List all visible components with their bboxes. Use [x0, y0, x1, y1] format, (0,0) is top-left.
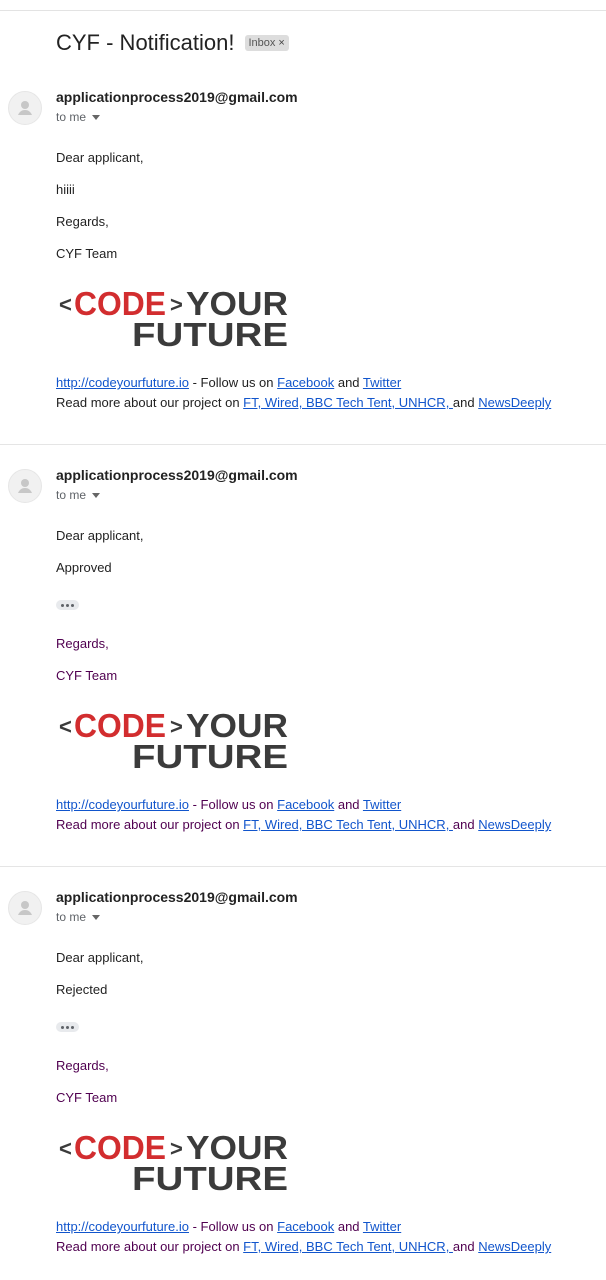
- press-links[interactable]: FT, Wired, BBC Tech Tent, UNHCR,: [243, 817, 453, 832]
- press-links[interactable]: FT, Wired, BBC Tech Tent, UNHCR,: [243, 395, 453, 410]
- team-signature: CYF Team: [56, 1090, 118, 1105]
- inbox-label-text: Inbox: [248, 37, 276, 49]
- sender-avatar-icon[interactable]: [8, 469, 42, 503]
- subject-row: CYF - Notification! Inbox ×: [56, 30, 289, 56]
- svg-text:<: <: [59, 714, 72, 739]
- website-link[interactable]: http://codeyourfuture.io: [56, 1219, 189, 1234]
- inbox-label-chip[interactable]: Inbox ×: [244, 35, 289, 51]
- email-subject: CYF - Notification!: [56, 30, 235, 55]
- chevron-down-icon: [92, 115, 101, 120]
- sender-email[interactable]: applicationprocess2019@gmail.com: [56, 89, 298, 105]
- recipients-text: to me: [56, 910, 87, 924]
- footer-line-2: Read more about our project on FT, Wired…: [56, 817, 552, 832]
- recipients-text: to me: [56, 488, 87, 502]
- sender-avatar-icon[interactable]: [8, 891, 42, 925]
- top-divider: [0, 10, 606, 11]
- show-trimmed-content-button[interactable]: [56, 1022, 79, 1032]
- recipients-text: to me: [56, 110, 87, 124]
- sender-avatar-icon[interactable]: [8, 91, 42, 125]
- svg-text:<: <: [59, 292, 72, 317]
- facebook-link[interactable]: Facebook: [277, 1219, 334, 1234]
- footer-line-1: http://codeyourfuture.io - Follow us on …: [56, 1219, 402, 1234]
- svg-text:<: <: [59, 1136, 72, 1161]
- twitter-link[interactable]: Twitter: [363, 797, 401, 812]
- chevron-down-icon: [92, 493, 101, 498]
- svg-text:>: >: [170, 1136, 183, 1161]
- sender-email[interactable]: applicationprocess2019@gmail.com: [56, 889, 298, 905]
- message-body: Approved: [56, 560, 112, 575]
- recipients-toggle[interactable]: to me: [56, 910, 101, 924]
- remove-label-icon[interactable]: ×: [278, 37, 284, 49]
- svg-text:FUTURE: FUTURE: [132, 1160, 288, 1196]
- team-signature: CYF Team: [56, 668, 118, 683]
- message-body: Rejected: [56, 982, 108, 997]
- codeyourfuture-logo: < CODE > YOUR FUTURE: [59, 707, 288, 774]
- message-body: hiiii: [56, 182, 75, 197]
- codeyourfuture-logo: < CODE > YOUR FUTURE: [59, 285, 288, 352]
- facebook-link[interactable]: Facebook: [277, 375, 334, 390]
- footer-line-1: http://codeyourfuture.io - Follow us on …: [56, 375, 402, 390]
- facebook-link[interactable]: Facebook: [277, 797, 334, 812]
- greeting: Dear applicant,: [56, 950, 144, 965]
- chevron-down-icon: [92, 915, 101, 920]
- regards: Regards,: [56, 214, 109, 229]
- recipients-toggle[interactable]: to me: [56, 488, 101, 502]
- greeting: Dear applicant,: [56, 528, 144, 543]
- twitter-link[interactable]: Twitter: [363, 1219, 401, 1234]
- footer-line-2: Read more about our project on FT, Wired…: [56, 395, 552, 410]
- message-divider: [0, 866, 606, 867]
- svg-text:>: >: [170, 714, 183, 739]
- team-signature: CYF Team: [56, 246, 118, 261]
- svg-text:FUTURE: FUTURE: [132, 316, 288, 352]
- regards: Regards,: [56, 636, 109, 651]
- greeting: Dear applicant,: [56, 150, 144, 165]
- newsdeeply-link[interactable]: NewsDeeply: [478, 817, 551, 832]
- footer-line-2: Read more about our project on FT, Wired…: [56, 1239, 552, 1254]
- website-link[interactable]: http://codeyourfuture.io: [56, 375, 189, 390]
- message-divider: [0, 444, 606, 445]
- press-links[interactable]: FT, Wired, BBC Tech Tent, UNHCR,: [243, 1239, 453, 1254]
- newsdeeply-link[interactable]: NewsDeeply: [478, 1239, 551, 1254]
- codeyourfuture-logo: < CODE > YOUR FUTURE: [59, 1129, 288, 1196]
- regards: Regards,: [56, 1058, 109, 1073]
- footer-line-1: http://codeyourfuture.io - Follow us on …: [56, 797, 402, 812]
- show-trimmed-content-button[interactable]: [56, 600, 79, 610]
- website-link[interactable]: http://codeyourfuture.io: [56, 797, 189, 812]
- svg-text:>: >: [170, 292, 183, 317]
- svg-text:FUTURE: FUTURE: [132, 738, 288, 774]
- sender-email[interactable]: applicationprocess2019@gmail.com: [56, 467, 298, 483]
- twitter-link[interactable]: Twitter: [363, 375, 401, 390]
- newsdeeply-link[interactable]: NewsDeeply: [478, 395, 551, 410]
- recipients-toggle[interactable]: to me: [56, 110, 101, 124]
